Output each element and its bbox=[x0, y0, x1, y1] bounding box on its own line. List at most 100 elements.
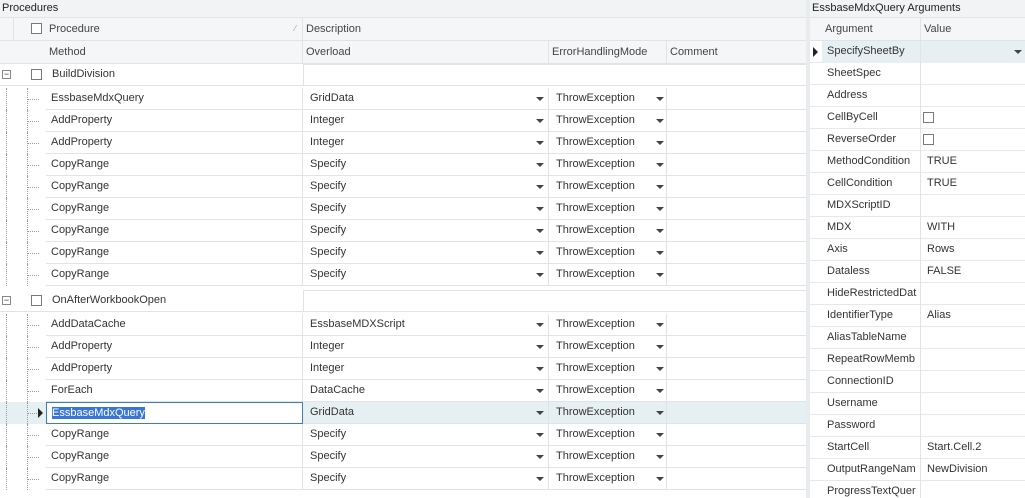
argument-value-cell[interactable]: WITH bbox=[921, 217, 1025, 239]
procedure-description-cell[interactable] bbox=[303, 290, 806, 311]
argument-value-cell[interactable]: TRUE bbox=[921, 173, 1025, 195]
error-mode-select[interactable]: ThrowException bbox=[549, 402, 667, 424]
argument-value-cell[interactable] bbox=[921, 481, 1025, 498]
chevron-down-icon[interactable] bbox=[536, 323, 544, 327]
collapse-icon[interactable]: − bbox=[2, 296, 11, 305]
comment-cell[interactable] bbox=[667, 358, 806, 380]
argument-row[interactable]: Username bbox=[810, 393, 1025, 415]
method-cell[interactable]: AddDataCache bbox=[46, 314, 303, 336]
overload-select[interactable]: Integer bbox=[303, 358, 549, 380]
argument-row[interactable]: StartCell Start.Cell.2 bbox=[810, 437, 1025, 459]
method-row[interactable]: CopyRange Specify ThrowException bbox=[0, 424, 806, 446]
method-cell[interactable]: CopyRange bbox=[46, 446, 303, 468]
argument-value-cell[interactable]: Alias bbox=[921, 305, 1025, 327]
chevron-down-icon[interactable] bbox=[536, 141, 544, 145]
chevron-down-icon[interactable] bbox=[536, 433, 544, 437]
overload-select[interactable]: Specify bbox=[303, 446, 549, 468]
method-cell[interactable]: AddProperty bbox=[46, 358, 303, 380]
chevron-down-icon[interactable] bbox=[656, 477, 664, 481]
overload-select[interactable]: Integer bbox=[303, 110, 549, 132]
argument-row[interactable]: SpecifySheetBy bbox=[810, 41, 1025, 63]
method-row[interactable]: CopyRange Specify ThrowException bbox=[0, 176, 806, 198]
chevron-down-icon[interactable] bbox=[656, 97, 664, 101]
method-row[interactable]: AddProperty Integer ThrowException bbox=[0, 358, 806, 380]
chevron-down-icon[interactable] bbox=[656, 455, 664, 459]
chevron-down-icon[interactable] bbox=[656, 411, 664, 415]
method-row[interactable]: AddProperty Integer ThrowException bbox=[0, 110, 806, 132]
method-cell[interactable]: AddProperty bbox=[46, 110, 303, 132]
error-mode-select[interactable]: ThrowException bbox=[549, 176, 667, 198]
argument-row[interactable]: Password bbox=[810, 415, 1025, 437]
argument-checkbox[interactable] bbox=[923, 134, 934, 145]
method-cell[interactable]: EssbaseMdxQuery bbox=[46, 88, 303, 110]
chevron-down-icon[interactable] bbox=[536, 163, 544, 167]
method-cell[interactable]: CopyRange bbox=[46, 220, 303, 242]
procedure-group-row[interactable]: − OnAfterWorkbookOpen bbox=[0, 290, 806, 312]
procedure-group-row[interactable]: − BuildDivision bbox=[0, 64, 806, 86]
error-mode-select[interactable]: ThrowException bbox=[549, 314, 667, 336]
error-mode-select[interactable]: ThrowException bbox=[549, 88, 667, 110]
comment-cell[interactable] bbox=[667, 424, 806, 446]
argument-value-cell[interactable] bbox=[921, 195, 1025, 217]
chevron-down-icon[interactable] bbox=[536, 185, 544, 189]
chevron-down-icon[interactable] bbox=[656, 389, 664, 393]
chevron-down-icon[interactable] bbox=[656, 273, 664, 277]
overload-select[interactable]: Specify bbox=[303, 154, 549, 176]
chevron-down-icon[interactable] bbox=[1014, 50, 1022, 54]
collapse-icon[interactable]: − bbox=[2, 70, 11, 79]
method-row[interactable]: CopyRange Specify ThrowException bbox=[0, 154, 806, 176]
chevron-down-icon[interactable] bbox=[656, 433, 664, 437]
argument-checkbox[interactable] bbox=[923, 112, 934, 123]
method-cell[interactable]: CopyRange bbox=[46, 154, 303, 176]
method-row[interactable]: ForEach DataCache ThrowException bbox=[0, 380, 806, 402]
error-mode-select[interactable]: ThrowException bbox=[549, 446, 667, 468]
overload-select[interactable]: Specify bbox=[303, 264, 549, 286]
argument-value-cell[interactable]: FALSE bbox=[921, 261, 1025, 283]
argument-row[interactable]: ReverseOrder bbox=[810, 129, 1025, 151]
argument-row[interactable]: IdentifierType Alias bbox=[810, 305, 1025, 327]
argument-row[interactable]: SheetSpec bbox=[810, 63, 1025, 85]
chevron-down-icon[interactable] bbox=[656, 141, 664, 145]
argument-value-cell[interactable]: Start.Cell.2 bbox=[921, 437, 1025, 459]
error-mode-select[interactable]: ThrowException bbox=[549, 358, 667, 380]
method-cell[interactable]: CopyRange bbox=[46, 198, 303, 220]
chevron-down-icon[interactable] bbox=[536, 251, 544, 255]
procedure-column-header[interactable]: Procedure ⁄ bbox=[46, 18, 303, 40]
argument-value-cell[interactable]: NewDivision bbox=[921, 459, 1025, 481]
description-column-header[interactable]: Description bbox=[303, 18, 806, 40]
argument-row[interactable]: Dataless FALSE bbox=[810, 261, 1025, 283]
chevron-down-icon[interactable] bbox=[536, 367, 544, 371]
method-row[interactable]: CopyRange Specify ThrowException bbox=[0, 446, 806, 468]
error-mode-select[interactable]: ThrowException bbox=[549, 220, 667, 242]
comment-cell[interactable] bbox=[667, 88, 806, 110]
method-cell[interactable]: CopyRange bbox=[46, 424, 303, 446]
comment-cell[interactable] bbox=[667, 154, 806, 176]
argument-value-cell[interactable]: TRUE bbox=[921, 151, 1025, 173]
comment-cell[interactable] bbox=[667, 242, 806, 264]
argument-value-cell[interactable] bbox=[921, 393, 1025, 415]
comment-cell[interactable] bbox=[667, 110, 806, 132]
argument-value-cell[interactable] bbox=[921, 327, 1025, 349]
procedure-checkbox[interactable] bbox=[31, 69, 42, 80]
chevron-down-icon[interactable] bbox=[656, 323, 664, 327]
error-mode-select[interactable]: ThrowException bbox=[549, 424, 667, 446]
select-all-checkbox[interactable] bbox=[31, 23, 42, 34]
argument-value-cell[interactable] bbox=[921, 283, 1025, 305]
method-row[interactable]: CopyRange Specify ThrowException bbox=[0, 468, 806, 490]
comment-cell[interactable] bbox=[667, 264, 806, 286]
value-column-header[interactable]: Value bbox=[921, 18, 1025, 40]
comment-cell[interactable] bbox=[667, 176, 806, 198]
comment-cell[interactable] bbox=[667, 402, 806, 424]
chevron-down-icon[interactable] bbox=[656, 251, 664, 255]
overload-select[interactable]: Integer bbox=[303, 336, 549, 358]
argument-value-cell[interactable]: Rows bbox=[921, 239, 1025, 261]
argument-row[interactable]: RepeatRowMemb bbox=[810, 349, 1025, 371]
argument-row[interactable]: OutputRangeNam NewDivision bbox=[810, 459, 1025, 481]
argument-row[interactable]: CellByCell bbox=[810, 107, 1025, 129]
method-row[interactable]: AddDataCache EssbaseMDXScript ThrowExcepti… bbox=[0, 314, 806, 336]
chevron-down-icon[interactable] bbox=[656, 229, 664, 233]
argument-row[interactable]: MethodCondition TRUE bbox=[810, 151, 1025, 173]
method-row[interactable]: EssbaseMdxQuery GridData ThrowException bbox=[0, 402, 806, 424]
overload-select[interactable]: Specify bbox=[303, 424, 549, 446]
comment-cell[interactable] bbox=[667, 198, 806, 220]
